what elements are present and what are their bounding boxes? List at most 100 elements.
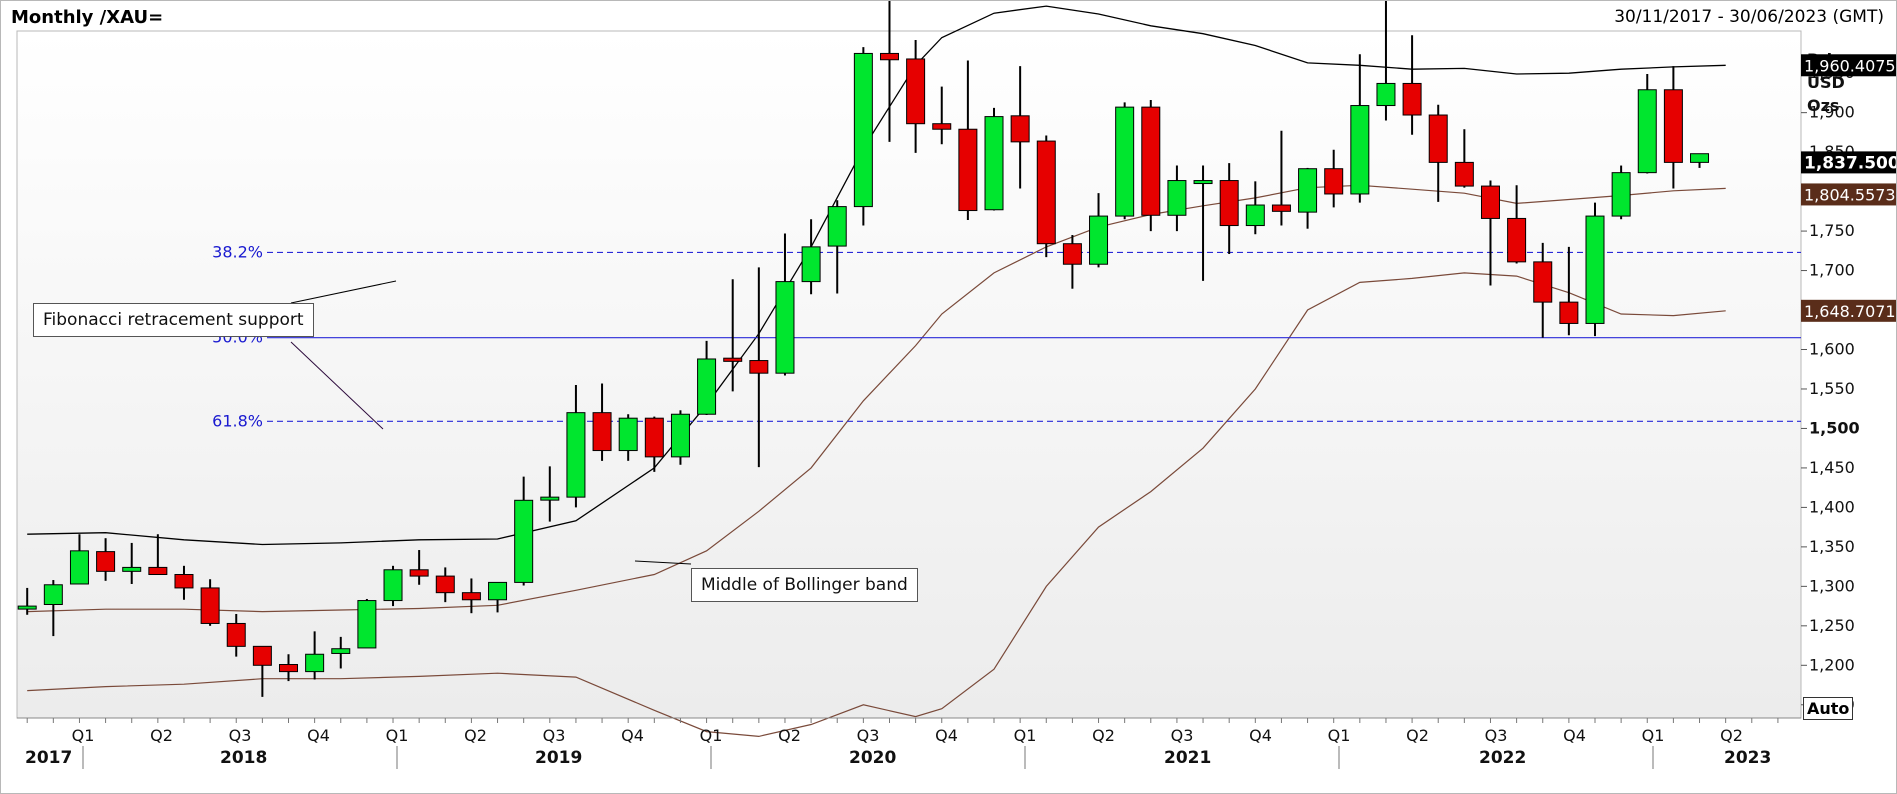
candle-body — [1036, 140, 1056, 245]
candle-body — [644, 417, 664, 458]
candle-body — [540, 496, 560, 501]
candle-body — [1324, 168, 1344, 195]
price-label-middle: 1,804.5573 — [1804, 185, 1896, 204]
x-quarter-label: Q1 — [1642, 726, 1665, 745]
candle-body — [174, 574, 194, 589]
candle-body — [1637, 89, 1657, 174]
candle-body — [723, 357, 743, 362]
candle-body — [1480, 185, 1500, 219]
fib-label-0: 38.2% — [212, 242, 263, 261]
x-quarter-label: Q4 — [621, 726, 644, 745]
x-year-label: 2019 — [535, 748, 582, 768]
chart-window: Monthly /XAU= 30/11/2017 - 30/06/2023 (G… — [0, 0, 1897, 794]
candle-body — [566, 412, 586, 498]
y-tick-label: 1,600 — [1809, 340, 1855, 359]
candle-body — [514, 499, 534, 583]
candle-body — [200, 587, 220, 624]
candle-body — [1428, 114, 1448, 163]
x-quarter-label: Q3 — [543, 726, 566, 745]
candle-body — [1141, 106, 1161, 216]
x-quarter-label: Q4 — [307, 726, 330, 745]
candle-body — [749, 360, 769, 374]
x-quarter-label: Q3 — [1485, 726, 1508, 745]
fibonacci-note: Fibonacci retracement support — [33, 303, 314, 337]
candle-body — [1454, 161, 1474, 187]
candle-body — [1663, 89, 1683, 163]
candle-body — [279, 664, 298, 673]
candle-body — [331, 648, 351, 654]
candle-body — [1690, 153, 1710, 163]
candle-body — [932, 123, 952, 130]
x-year-label: 2018 — [220, 748, 267, 768]
x-quarter-label: Q2 — [1406, 726, 1429, 745]
candle-body — [409, 569, 429, 577]
candle-body — [697, 358, 717, 415]
x-quarter-label: Q1 — [1014, 726, 1037, 745]
price-label-last: 1,837.5000 — [1804, 153, 1896, 173]
y-tick-label: 1,750 — [1809, 221, 1855, 240]
candle-body — [801, 246, 821, 283]
candle-body — [879, 52, 899, 61]
y-tick-label: 1,700 — [1809, 261, 1855, 280]
candle-body — [1376, 82, 1396, 107]
candle-body — [1062, 243, 1082, 265]
candle-body — [252, 645, 272, 666]
x-quarter-label: Q2 — [464, 726, 487, 745]
y-tick-label: 1,350 — [1809, 537, 1855, 556]
candle-body — [305, 653, 325, 673]
candle-body — [1402, 82, 1422, 116]
x-quarter-label: Q4 — [1249, 726, 1272, 745]
x-year-label: 2017 — [25, 748, 72, 768]
candle-body — [1298, 168, 1318, 213]
candle-body — [226, 622, 246, 647]
x-quarter-label: Q2 — [150, 726, 173, 745]
auto-scale-button[interactable]: Auto — [1803, 697, 1854, 720]
x-year-label: 2022 — [1479, 748, 1526, 768]
candle-body — [69, 550, 89, 585]
bollinger-note: Middle of Bollinger band — [691, 568, 918, 602]
candle-body — [1271, 204, 1291, 212]
candle-body — [1611, 172, 1631, 217]
candle-body — [1219, 180, 1239, 227]
candle-body — [1010, 115, 1030, 143]
x-quarter-label: Q2 — [1720, 726, 1743, 745]
price-label-upper: 1,960.4075 — [1804, 56, 1896, 75]
candle-body — [670, 413, 690, 458]
candle-body — [775, 281, 795, 374]
candle-body — [827, 206, 847, 247]
x-quarter-label: Q3 — [857, 726, 880, 745]
candle-body — [853, 52, 873, 208]
price-axis: Price USD Ozs 1,1501,2001,2501,3001,3501… — [1801, 50, 1860, 714]
y-tick-label: 1,200 — [1809, 655, 1855, 674]
candle-body — [1167, 180, 1187, 216]
plot-area — [16, 30, 1802, 719]
candle-body — [43, 584, 63, 606]
x-year-label: 2020 — [849, 748, 896, 768]
candle-body — [1507, 217, 1527, 263]
x-quarter-label: Q1 — [1328, 726, 1351, 745]
candle-body — [1533, 261, 1553, 303]
candle-body — [148, 566, 168, 576]
candle-body — [1115, 106, 1135, 217]
candle-body — [1089, 215, 1109, 265]
x-quarter-label: Q1 — [72, 726, 95, 745]
x-quarter-label: Q1 — [700, 726, 723, 745]
y-tick-label: 1,500 — [1809, 418, 1860, 437]
x-year-label: 2021 — [1164, 748, 1211, 768]
candle-body — [122, 566, 142, 572]
candle-body — [96, 551, 116, 572]
x-quarter-label: Q3 — [1171, 726, 1194, 745]
candle-body — [1193, 180, 1213, 185]
y-tick-label: 1,400 — [1809, 497, 1855, 516]
y-tick-label: 1,450 — [1809, 458, 1855, 477]
price-label-lower: 1,648.7071 — [1804, 302, 1896, 321]
x-year-label: 2023 — [1724, 748, 1771, 768]
candle-body — [383, 569, 403, 602]
y-tick-label: 1,250 — [1809, 616, 1855, 635]
candle-body — [618, 417, 638, 452]
candle-body — [1559, 301, 1579, 324]
y-tick-label: 1,900 — [1809, 103, 1855, 122]
candle-body — [1350, 105, 1370, 195]
fib-label-2: 61.8% — [212, 411, 263, 430]
candle-body — [357, 600, 377, 649]
